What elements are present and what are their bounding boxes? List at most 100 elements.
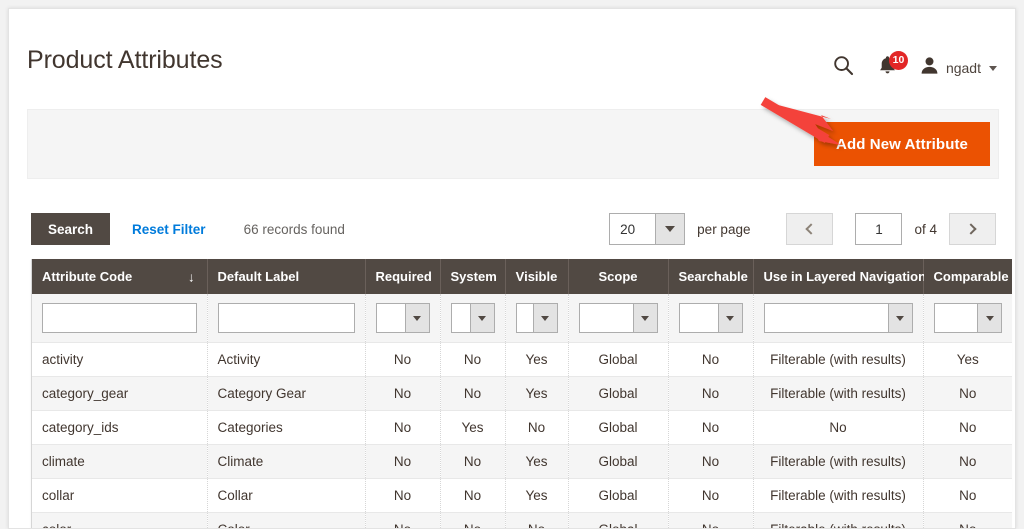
filter-select-comparable[interactable] bbox=[933, 303, 1002, 333]
filter-input-default-label[interactable] bbox=[217, 303, 355, 333]
cell-searchable: No bbox=[668, 444, 754, 479]
cell-searchable: No bbox=[668, 410, 754, 445]
grid-column-label: Scope bbox=[598, 269, 638, 284]
grid-column-header[interactable]: Searchable bbox=[668, 259, 754, 294]
user-menu[interactable]: ngadt bbox=[920, 56, 1001, 80]
cell-required: No bbox=[365, 376, 441, 411]
grid-filter-cell bbox=[207, 294, 366, 343]
cell-required: No bbox=[365, 410, 441, 445]
grid-toolbar: Search Reset Filter 66 records found 20 … bbox=[31, 213, 1011, 247]
per-page-value: 20 bbox=[620, 221, 636, 237]
reset-filter-link[interactable]: Reset Filter bbox=[132, 222, 206, 237]
grid-column-header[interactable]: Default Label bbox=[207, 259, 366, 294]
cell-default-label: Category Gear bbox=[207, 376, 366, 411]
chevron-down-icon bbox=[469, 304, 494, 332]
table-row[interactable]: collar Collar No No Yes Global No Filterable (w… bbox=[32, 478, 1012, 513]
grid-column-header[interactable]: Required bbox=[365, 259, 441, 294]
notifications-button[interactable]: 10 bbox=[866, 51, 910, 85]
cell-required: No bbox=[365, 342, 441, 377]
cell-default-label: Activity bbox=[207, 342, 366, 377]
per-page-select[interactable]: 20 bbox=[609, 213, 686, 245]
cell-visible: Yes bbox=[505, 478, 569, 513]
cell-attribute-code: category_gear bbox=[32, 376, 208, 411]
grid-column-label: Visible bbox=[515, 269, 558, 284]
filter-select-system[interactable] bbox=[450, 303, 495, 333]
cell-layered-navigation: Filterable (with results) bbox=[753, 444, 924, 479]
grid-column-header[interactable]: Scope bbox=[568, 259, 669, 294]
cell-searchable: No bbox=[668, 342, 754, 377]
cell-required: No bbox=[365, 512, 441, 528]
cell-default-label: Collar bbox=[207, 478, 366, 513]
cell-visible: No bbox=[505, 512, 569, 528]
search-button[interactable] bbox=[822, 51, 866, 85]
next-page-button[interactable] bbox=[949, 213, 996, 245]
filter-select-layered-navigation[interactable] bbox=[763, 303, 913, 333]
grid-column-header[interactable]: Comparable bbox=[923, 259, 1012, 294]
filter-select-visible[interactable] bbox=[515, 303, 558, 333]
grid-filter-cell bbox=[32, 294, 208, 343]
table-row[interactable]: colorColorNoNoNoGlobalNoFilterable (with… bbox=[32, 512, 1012, 528]
cell-comparable: No bbox=[923, 410, 1012, 445]
cell-comparable: No bbox=[923, 444, 1012, 479]
page-card: Product Attributes 10 ngadt Add New Attr… bbox=[8, 8, 1016, 529]
cell-scope: Global bbox=[568, 512, 669, 528]
filter-input-attribute-code[interactable] bbox=[42, 303, 197, 333]
grid-filter-cell bbox=[440, 294, 506, 343]
grid-column-label: Required bbox=[375, 269, 432, 284]
filter-select-scope[interactable] bbox=[578, 303, 658, 333]
cell-system: Yes bbox=[440, 410, 506, 445]
cell-attribute-code: collar bbox=[32, 478, 208, 513]
table-row[interactable]: category_gear Category Gear No No Yes Global N… bbox=[32, 376, 1012, 411]
records-found-label: 66 records found bbox=[243, 221, 345, 237]
grid-filter-cell bbox=[923, 294, 1012, 343]
grid-column-label: Use in Layered Navigation bbox=[763, 269, 927, 284]
cell-system: No bbox=[440, 478, 506, 513]
chevron-down-icon bbox=[717, 304, 742, 332]
grid-filter-cell bbox=[753, 294, 924, 343]
grid-column-label: System bbox=[450, 269, 497, 284]
grid-column-label: Comparable bbox=[933, 269, 1009, 284]
cell-layered-navigation: Filterable (with results) bbox=[753, 342, 924, 377]
sort-arrow-down-icon: ↓ bbox=[188, 269, 195, 284]
cell-system: No bbox=[440, 376, 506, 411]
cell-comparable: No bbox=[923, 478, 1012, 513]
cell-attribute-code: climate bbox=[32, 444, 208, 479]
grid-filter-cell bbox=[568, 294, 669, 343]
cell-comparable: No bbox=[923, 376, 1012, 411]
grid-column-label: Default Label bbox=[217, 269, 300, 284]
per-page-label: per page bbox=[697, 221, 751, 237]
chevron-down-icon bbox=[532, 304, 557, 332]
page-header: Product Attributes 10 ngadt bbox=[9, 9, 1015, 91]
filter-select-required[interactable] bbox=[375, 303, 430, 333]
grid-column-header[interactable]: Use in Layered Navigation bbox=[753, 259, 926, 294]
chevron-down-icon bbox=[655, 214, 685, 244]
add-new-attribute-button[interactable]: Add New Attribute bbox=[814, 122, 990, 166]
cell-comparable: Yes bbox=[923, 342, 1012, 377]
cell-comparable: No bbox=[923, 512, 1012, 528]
cell-default-label: Color bbox=[207, 512, 366, 528]
grid-column-header[interactable]: System bbox=[440, 259, 506, 294]
notification-count-badge: 10 bbox=[888, 51, 908, 70]
chevron-down-icon bbox=[404, 304, 429, 332]
filter-select-searchable[interactable] bbox=[678, 303, 743, 333]
grid-header-row: Attribute Code ↓ Default Label Required Syst… bbox=[32, 259, 1012, 294]
grid-column-header[interactable]: Attribute Code ↓ bbox=[32, 259, 208, 294]
table-row[interactable]: category_ids Categories No Yes No Global No No N… bbox=[32, 410, 1012, 445]
previous-page-button[interactable] bbox=[786, 213, 834, 245]
cell-default-label: Categories bbox=[207, 410, 366, 445]
search-icon bbox=[833, 55, 854, 81]
page-actions-panel: Add New Attribute bbox=[27, 109, 999, 179]
grid-column-header[interactable]: Visible bbox=[505, 259, 569, 294]
grid-search-button[interactable]: Search bbox=[31, 213, 111, 245]
cell-default-label: Climate bbox=[207, 444, 366, 479]
cell-visible: Yes bbox=[505, 342, 569, 377]
chevron-left-icon bbox=[805, 223, 818, 235]
page-number-input[interactable] bbox=[855, 213, 903, 245]
table-row[interactable]: climate Climate No No Yes Global No Filterable … bbox=[32, 444, 1012, 479]
page-total-label: of 4 bbox=[914, 221, 937, 237]
chevron-down-icon bbox=[977, 304, 1001, 332]
cell-scope: Global bbox=[568, 478, 669, 513]
table-row[interactable]: activity Activity No No Yes Global No Filterabl… bbox=[32, 342, 1012, 377]
grid-filter-row bbox=[32, 294, 1012, 343]
cell-required: No bbox=[365, 478, 441, 513]
